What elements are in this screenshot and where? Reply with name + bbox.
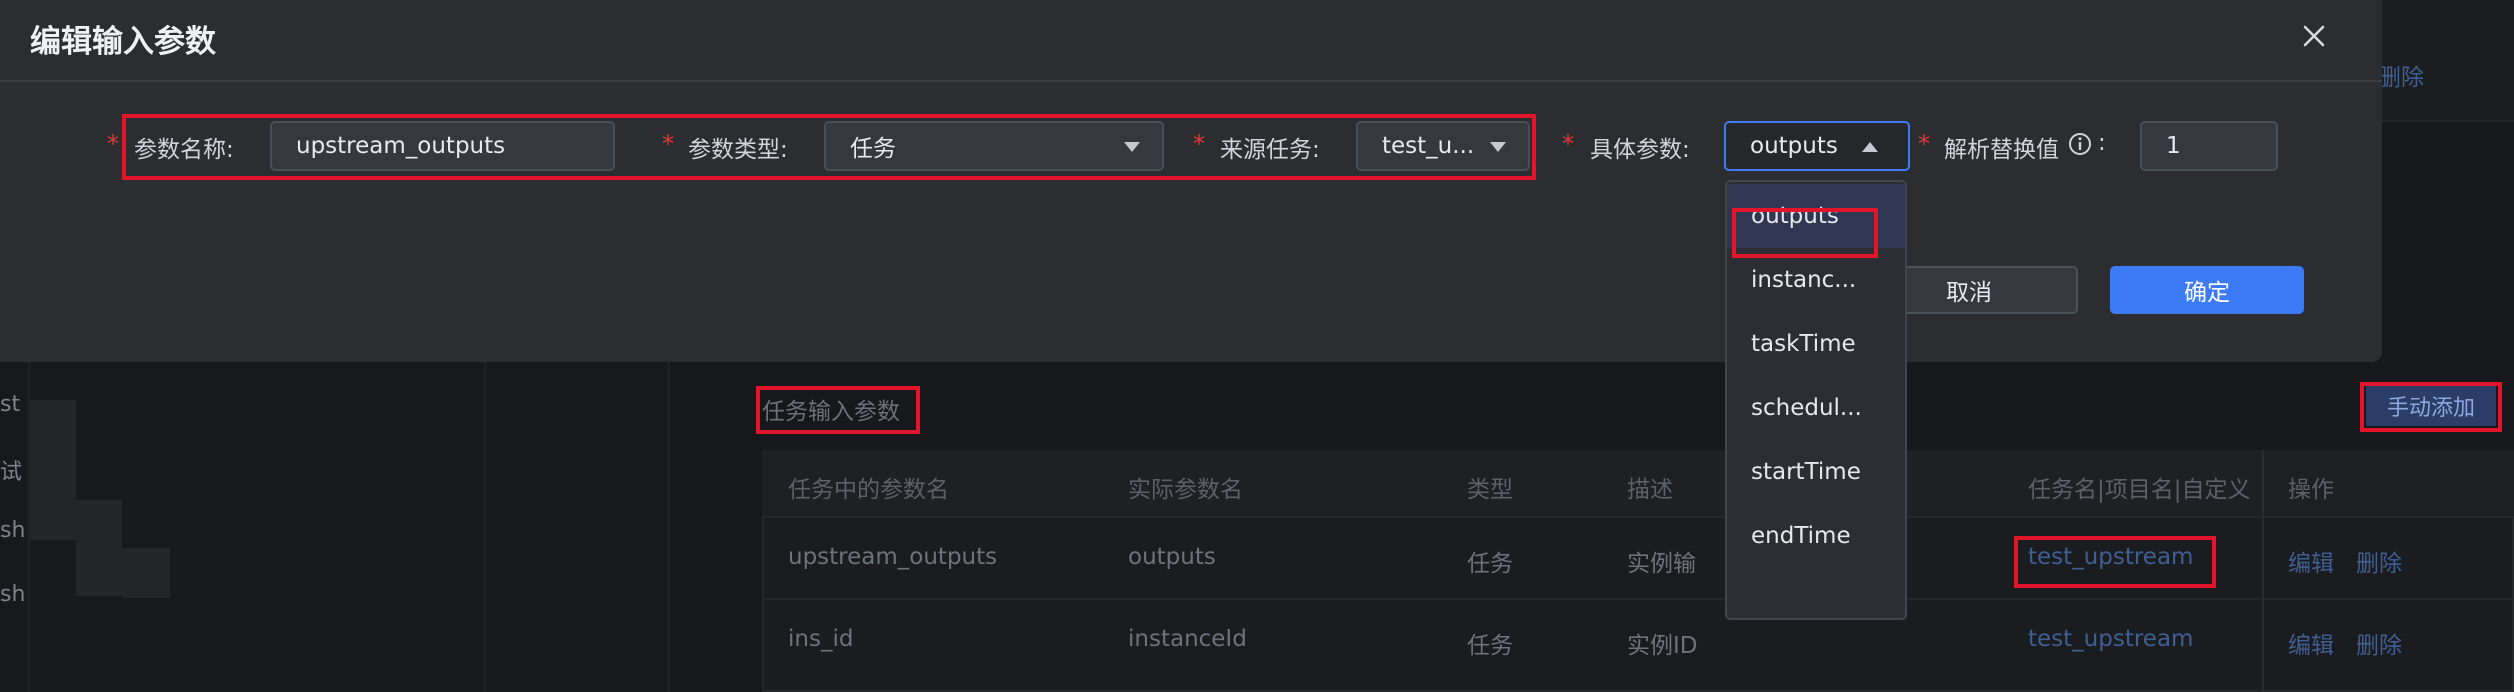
dropdown-option-outputs[interactable]: outputs — [1727, 184, 1905, 248]
source-task-select[interactable]: test_u... — [1356, 121, 1530, 171]
parse-replace-label: 解析替换值 — [1944, 137, 2059, 163]
param-type-label: 参数类型: — [688, 137, 788, 163]
specific-param-dropdown: outputs instanc... taskTime schedul... s… — [1725, 180, 1907, 620]
table-cell: upstream_outputs — [788, 544, 998, 570]
th-actual-name: 实际参数名 — [1128, 477, 1243, 503]
background-left-label: sh — [0, 582, 26, 607]
delete-link[interactable]: 删除 — [2356, 626, 2402, 660]
param-type-select[interactable]: 任务 — [824, 121, 1164, 171]
required-mark: * — [1562, 130, 1574, 158]
table-cell: 任务 — [1467, 633, 1513, 659]
task-link[interactable]: test_upstream — [2028, 626, 2193, 652]
background-divider — [668, 362, 670, 692]
param-name-value: upstream_outputs — [296, 133, 506, 159]
param-name-input[interactable]: upstream_outputs — [270, 121, 615, 171]
table-column-divider — [2262, 450, 2264, 692]
caret-up-icon — [1862, 142, 1878, 152]
parse-replace-input[interactable]: 1 — [2140, 121, 2278, 171]
dropdown-option[interactable]: endTime — [1727, 504, 1905, 568]
caret-down-icon — [1124, 142, 1140, 152]
specific-param-value: outputs — [1750, 133, 1838, 159]
background-left-label: sh — [0, 518, 26, 543]
parse-replace-colon: : — [2098, 130, 2106, 156]
ok-button[interactable]: 确定 — [2110, 266, 2304, 314]
task-link[interactable]: test_upstream — [2028, 544, 2193, 570]
required-mark: * — [107, 130, 119, 158]
th-task-name: 任务名|项目名|自定义 — [2028, 477, 2251, 503]
background-block — [76, 500, 122, 596]
dropdown-option[interactable]: startTime — [1727, 440, 1905, 504]
source-task-label: 来源任务: — [1220, 137, 1320, 163]
dropdown-option[interactable]: schedul... — [1727, 376, 1905, 440]
param-type-value: 任务 — [850, 136, 896, 162]
table-cell: instanceId — [1128, 626, 1247, 652]
table-row-separator — [762, 598, 2514, 600]
manual-add-button[interactable]: 手动添加 — [2366, 386, 2496, 426]
background-left-label: st — [0, 392, 21, 417]
background-left-label: 试 — [0, 460, 23, 485]
info-circle-icon[interactable] — [2068, 132, 2092, 156]
background-block — [30, 400, 76, 540]
background-delete-link[interactable]: 删除 — [2378, 58, 2424, 92]
specific-param-select[interactable]: outputs — [1724, 121, 1910, 171]
section-title: 任务输入参数 — [762, 399, 900, 425]
edit-link[interactable]: 编辑 — [2288, 626, 2334, 660]
required-mark: * — [1918, 130, 1930, 158]
table-cell: 实例ID — [1627, 633, 1698, 659]
caret-down-icon — [1490, 142, 1506, 152]
source-task-value: test_u... — [1382, 133, 1475, 159]
th-description: 描述 — [1627, 477, 1673, 503]
dropdown-option[interactable]: taskTime — [1727, 312, 1905, 376]
close-icon[interactable] — [2296, 18, 2332, 54]
table-cell: outputs — [1128, 544, 1216, 570]
dropdown-option[interactable]: instanc... — [1727, 248, 1905, 312]
table-cell: ins_id — [788, 626, 854, 652]
param-name-label: 参数名称: — [134, 137, 234, 163]
modal-title: 编辑输入参数 — [30, 24, 216, 60]
required-mark: * — [1193, 130, 1205, 158]
edit-link[interactable]: 编辑 — [2288, 544, 2334, 578]
parse-replace-value: 1 — [2166, 133, 2181, 159]
th-param-name: 任务中的参数名 — [788, 477, 949, 503]
th-actions: 操作 — [2288, 477, 2334, 503]
th-type: 类型 — [1467, 477, 1513, 503]
specific-param-label: 具体参数: — [1590, 137, 1690, 163]
table-cell: 任务 — [1467, 551, 1513, 577]
modal-header — [0, 0, 2382, 82]
table-cell: 实例输出 — [1627, 551, 1697, 577]
delete-link[interactable]: 删除 — [2356, 544, 2402, 578]
required-mark: * — [662, 130, 674, 158]
background-block — [122, 548, 170, 598]
background-divider — [484, 362, 486, 692]
